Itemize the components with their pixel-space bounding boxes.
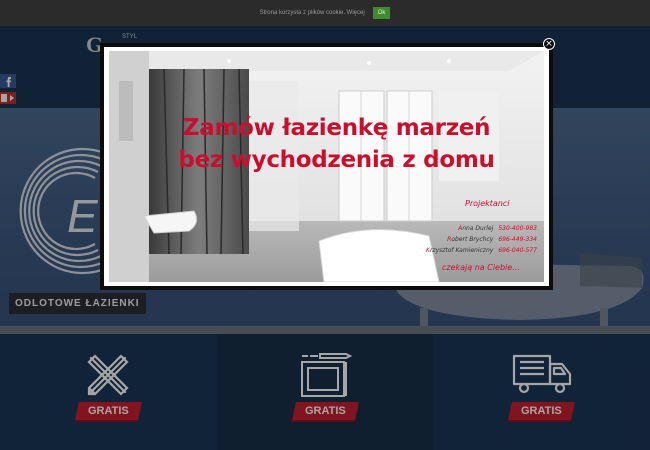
- cookie-bar: Strona korzysta z plików cookie. Więcej …: [0, 0, 650, 26]
- modal-headline-line1: Zamów łazienkę marzeń: [182, 115, 491, 141]
- contact-phone[interactable]: 696-040-577: [498, 245, 537, 256]
- close-icon[interactable]: ×: [543, 38, 555, 50]
- modal-footer-text: czekają na Ciebie...: [442, 263, 520, 272]
- contact-name: Krzysztof Kamieniczny: [426, 247, 494, 254]
- contact-phone[interactable]: 696-449-334: [498, 234, 537, 245]
- contacts-list: Anna Durlej 530-400-983 Robert Brychcy 6…: [409, 223, 537, 256]
- promo-modal: Zamów łazienkę marzeń bez wychodzenia z …: [100, 43, 553, 290]
- promo-image: Zamów łazienkę marzeń bez wychodzenia z …: [109, 51, 544, 283]
- contact-phone[interactable]: 530-400-983: [498, 223, 537, 234]
- contact-row: Anna Durlej 530-400-983: [409, 223, 537, 234]
- projektanci-label: Projektanci: [465, 199, 510, 208]
- contact-name: Robert Brychcy: [447, 236, 494, 243]
- contact-row: Robert Brychcy 696-449-334: [409, 234, 537, 245]
- cookie-ok-button[interactable]: Ok: [372, 7, 391, 19]
- modal-headline-line2: bez wychodzenia z domu: [178, 147, 495, 173]
- contact-name: Anna Durlej: [458, 225, 494, 232]
- contact-row: Krzysztof Kamieniczny 696-040-577: [409, 245, 537, 256]
- cookie-text: Strona korzysta z plików cookie. Więcej: [259, 10, 365, 16]
